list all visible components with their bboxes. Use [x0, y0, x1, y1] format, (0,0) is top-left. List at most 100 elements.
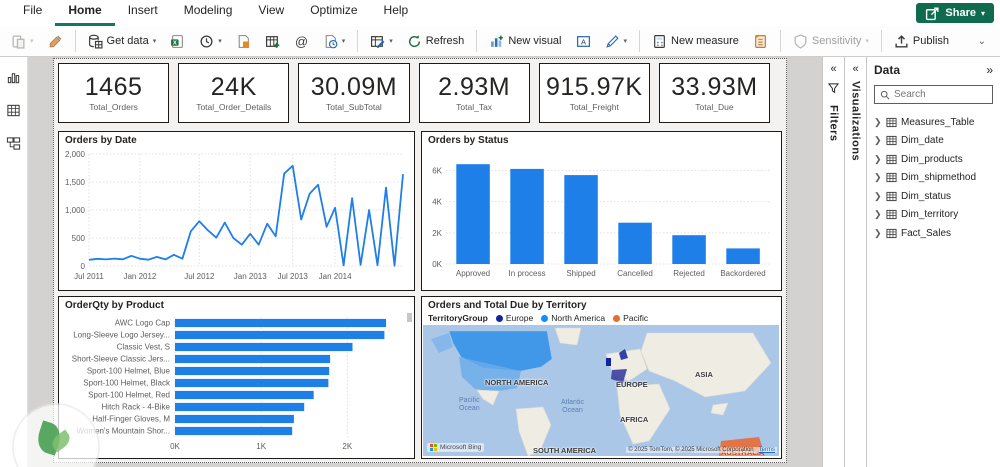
- map-attribution: © 2025 TomTom, © 2025 Microsoft Corporat…: [626, 447, 777, 453]
- legend-item-europe[interactable]: Europe: [495, 313, 533, 323]
- product-bar[interactable]: [175, 354, 331, 364]
- quick-measure-button[interactable]: [748, 31, 773, 52]
- field-item-measures_table[interactable]: ❯ Measures_Table: [874, 113, 993, 132]
- onelake-data-hub-button[interactable]: ▾: [194, 31, 227, 52]
- kpi-card-total_orders[interactable]: 1465 Total_Orders: [58, 63, 170, 123]
- product-bar[interactable]: [175, 330, 385, 340]
- chart-scrollbar-thumb[interactable]: [407, 313, 412, 322]
- new-measure-button[interactable]: New measure: [647, 31, 744, 52]
- orderqty-by-product-visual[interactable]: OrderQty by Product 0K 1K 2K AWC Logo Cap Lo…: [58, 296, 415, 459]
- status-bar[interactable]: [618, 222, 652, 264]
- product-bar[interactable]: [175, 378, 329, 388]
- status-bar[interactable]: [510, 168, 544, 264]
- product-bar[interactable]: [175, 414, 294, 424]
- product-bar[interactable]: [175, 402, 305, 412]
- menu-item-view[interactable]: View: [245, 0, 297, 26]
- field-item-dim_status[interactable]: ❯ Dim_status: [874, 187, 993, 206]
- get-data-button[interactable]: Get data ▾: [83, 31, 162, 52]
- new-visual-icon: [489, 34, 504, 49]
- share-button[interactable]: Share ▾: [916, 3, 994, 23]
- product-bar[interactable]: [175, 390, 314, 400]
- kpi-card-total_freight[interactable]: 915.97K Total_Freight: [538, 63, 650, 123]
- status-bar[interactable]: [564, 175, 598, 264]
- transform-data-button[interactable]: ▾: [365, 31, 398, 52]
- status-bar[interactable]: [726, 248, 760, 264]
- dataverse-button[interactable]: @: [289, 31, 314, 52]
- territory-map-visual[interactable]: Orders and Total Due by Territory Territ…: [421, 296, 782, 459]
- sql-server-button[interactable]: [231, 31, 256, 52]
- kpi-card-total_tax[interactable]: 2.93M Total_Tax: [418, 63, 530, 123]
- product-bar[interactable]: [175, 342, 353, 352]
- kpi-card-total_due[interactable]: 33.93M Total_Due: [658, 63, 771, 123]
- data-view-button[interactable]: [4, 100, 24, 120]
- menu-item-modeling[interactable]: Modeling: [171, 0, 246, 26]
- refresh-button[interactable]: Refresh: [402, 31, 470, 52]
- chevron-right-icon[interactable]: ❯: [874, 117, 882, 128]
- format-painter-button[interactable]: [43, 31, 68, 52]
- expand-filters-button[interactable]: «: [830, 63, 836, 75]
- svg-text:A: A: [580, 37, 585, 46]
- recent-sources-button[interactable]: ▾: [318, 31, 351, 52]
- more-visuals-button[interactable]: ▾: [600, 31, 633, 52]
- field-list: ❯ Measures_Table ❯ Dim_date ❯ Dim_products ❯ Di…: [874, 113, 993, 243]
- chevron-right-icon[interactable]: ❯: [874, 228, 882, 239]
- menu-item-optimize[interactable]: Optimize: [297, 0, 370, 26]
- model-view-button[interactable]: [4, 133, 24, 153]
- field-item-dim_shipmethod[interactable]: ❯ Dim_shipmethod: [874, 169, 993, 188]
- status-bar[interactable]: [672, 235, 706, 264]
- new-visual-button[interactable]: New visual: [484, 31, 566, 52]
- field-item-fact_sales[interactable]: ❯ Fact_Sales: [874, 224, 993, 243]
- svg-text:Jul 2012: Jul 2012: [184, 272, 215, 281]
- chevron-right-icon[interactable]: ❯: [874, 154, 882, 165]
- field-item-dim_date[interactable]: ❯ Dim_date: [874, 132, 993, 151]
- field-item-dim_products[interactable]: ❯ Dim_products: [874, 150, 993, 169]
- excel-workbook-button[interactable]: X: [165, 31, 190, 52]
- chevron-right-icon[interactable]: ❯: [874, 172, 882, 183]
- share-icon: [925, 6, 940, 21]
- product-bar[interactable]: [175, 366, 330, 376]
- svg-text:Sport-100 Helmet, Blue: Sport-100 Helmet, Blue: [87, 367, 171, 376]
- ribbon-divider: [880, 30, 882, 52]
- orders-by-date-visual[interactable]: Orders by Date 0 500 1,000 1,500 2,000 Jul 20…: [58, 131, 415, 291]
- svg-text:Long-Sleeve Logo Jersey...: Long-Sleeve Logo Jersey...: [73, 331, 170, 340]
- text-box-button[interactable]: A: [571, 31, 596, 52]
- ribbon-divider: [357, 30, 359, 52]
- terms-link[interactable]: Terms: [759, 447, 775, 453]
- visualizations-panel-label[interactable]: Visualizations: [850, 81, 862, 161]
- status-bar[interactable]: [456, 164, 490, 264]
- menu-item-insert[interactable]: Insert: [115, 0, 171, 26]
- filters-panel-label[interactable]: Filters: [828, 105, 840, 142]
- publish-button[interactable]: Publish: [889, 31, 954, 52]
- paste-button[interactable]: ▾: [6, 31, 39, 52]
- field-name: Dim_status: [901, 190, 952, 202]
- svg-text:Sport-100 Helmet, Red: Sport-100 Helmet, Red: [88, 391, 170, 400]
- menu-item-file[interactable]: File: [10, 0, 55, 26]
- menu-item-help[interactable]: Help: [371, 0, 422, 26]
- search-icon: [880, 90, 890, 100]
- table-icon: [886, 117, 897, 128]
- product-bar[interactable]: [175, 318, 387, 328]
- kpi-card-total_order_details[interactable]: 24K Total_Order_Details: [178, 63, 290, 123]
- chevron-right-icon[interactable]: ❯: [874, 191, 882, 202]
- menu-item-home[interactable]: Home: [55, 0, 115, 26]
- chevron-right-icon[interactable]: ❯: [874, 135, 882, 146]
- field-item-dim_territory[interactable]: ❯ Dim_territory: [874, 206, 993, 225]
- visual-title: Orders and Total Due by Territory: [428, 300, 587, 311]
- kpi-label: Total_SubTotal: [326, 101, 382, 112]
- chevron-right-icon[interactable]: ❯: [874, 209, 882, 220]
- table-icon: [886, 172, 897, 183]
- legend-item-pacific[interactable]: Pacific: [613, 313, 648, 323]
- report-view-button[interactable]: [4, 67, 24, 87]
- collapse-ribbon-button[interactable]: ⌄: [970, 34, 994, 49]
- kpi-card-total_subtotal[interactable]: 30.09M Total_SubTotal: [298, 63, 410, 123]
- collapse-data-panel-button[interactable]: »: [986, 63, 993, 77]
- orders-by-status-visual[interactable]: Orders by Status 0K 2K 4K 6K Approved In proc…: [421, 131, 782, 291]
- legend-item-north-america[interactable]: North America: [541, 313, 605, 323]
- expand-visualizations-button[interactable]: «: [852, 63, 858, 75]
- enter-data-button[interactable]: [260, 31, 285, 52]
- bing-map[interactable]: NORTH AMERICA EUROPE ASIA AFRICA SOUTH A…: [423, 325, 779, 456]
- product-bar[interactable]: [175, 426, 293, 436]
- report-page[interactable]: 1465 Total_Orders 24K Total_Order_Details 30…: [53, 58, 787, 463]
- sensitivity-button[interactable]: Sensitivity ▾: [788, 31, 874, 52]
- search-input[interactable]: [894, 89, 987, 100]
